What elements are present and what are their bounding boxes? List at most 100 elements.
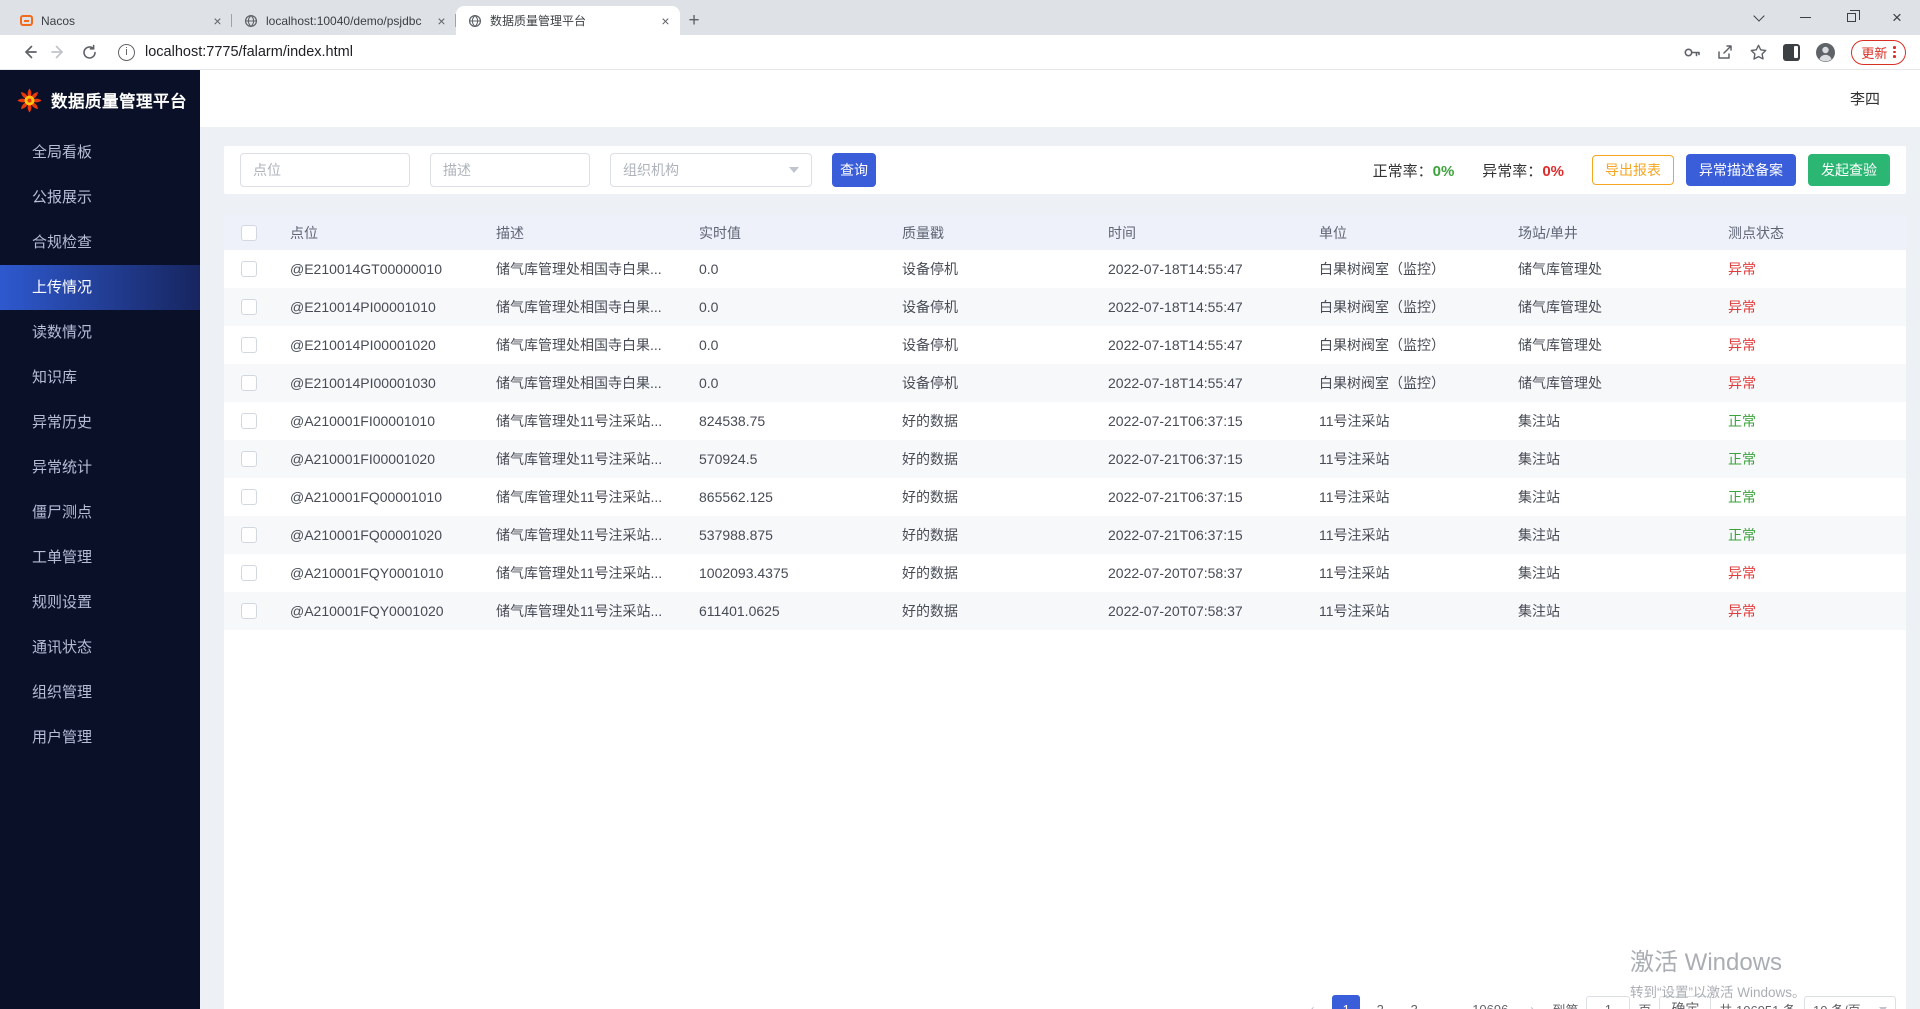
page-info-icon[interactable] — [118, 44, 135, 61]
url-text[interactable]: localhost:7775/falarm/index.html — [145, 44, 353, 60]
pagination: ‹ 123...10696 › 到第 页 确定 共 106951 条 10 条/… — [1300, 995, 1896, 1009]
normal-rate-value: 0% — [1433, 163, 1455, 180]
window-restore-icon[interactable] — [1828, 0, 1874, 35]
sidebar-item[interactable]: 读数情况 — [0, 310, 200, 355]
page-button[interactable]: 2 — [1366, 995, 1394, 1009]
description-input[interactable] — [430, 153, 590, 187]
reload-icon[interactable] — [74, 44, 104, 61]
password-key-icon[interactable] — [1682, 43, 1701, 62]
cell-time: 2022-07-18T14:55:47 — [1092, 375, 1303, 391]
page-button[interactable]: 1 — [1332, 995, 1360, 1009]
table-row: @E210014GT00000010储气库管理处相国寺白果...0.0设备停机2… — [224, 250, 1906, 288]
cell-unit: 白果树阀室（监控） — [1303, 297, 1502, 317]
sidebar-item[interactable]: 异常历史 — [0, 400, 200, 445]
goto-page-input[interactable] — [1586, 996, 1630, 1009]
table-row: @A210001FQY0001020储气库管理处11号注采站...611401.… — [224, 592, 1906, 630]
browser-menu-chevron-icon[interactable] — [1736, 0, 1782, 35]
search-button[interactable]: 查询 — [832, 153, 876, 187]
browser-kebab-menu-icon[interactable] — [1893, 46, 1896, 58]
new-tab-button[interactable] — [680, 6, 708, 35]
row-checkbox[interactable] — [241, 375, 257, 391]
cell-value: 865562.125 — [683, 489, 886, 505]
back-icon[interactable] — [14, 43, 44, 61]
forward-icon[interactable] — [44, 43, 74, 61]
cell-point: @E210014PI00001030 — [274, 375, 480, 391]
cell-quality: 设备停机 — [886, 373, 1092, 393]
sidebar-item[interactable]: 公报展示 — [0, 175, 200, 220]
column-header: 单位 — [1303, 223, 1502, 243]
row-checkbox[interactable] — [241, 565, 257, 581]
normal-rate: 正常率：0% — [1373, 160, 1455, 181]
cell-station: 集注站 — [1502, 563, 1712, 583]
row-checkbox[interactable] — [241, 261, 257, 277]
page-button[interactable]: 10696 — [1468, 995, 1512, 1009]
sidebar-item[interactable]: 组织管理 — [0, 670, 200, 715]
cell-desc: 储气库管理处相国寺白果... — [480, 373, 683, 393]
export-report-button[interactable]: 导出报表 — [1592, 155, 1674, 185]
globe-icon — [468, 14, 482, 28]
browser-url-bar: localhost:7775/falarm/index.html 更新 — [0, 35, 1920, 70]
column-header: 时间 — [1092, 223, 1303, 243]
side-panel-icon[interactable] — [1783, 44, 1800, 61]
row-checkbox[interactable] — [241, 489, 257, 505]
chevron-down-icon — [789, 167, 799, 173]
row-checkbox[interactable] — [241, 337, 257, 353]
cell-point: @E210014GT00000010 — [274, 261, 480, 277]
table-row: @E210014PI00001010储气库管理处相国寺白果...0.0设备停机2… — [224, 288, 1906, 326]
sidebar-item[interactable]: 异常统计 — [0, 445, 200, 490]
tab-data-quality-platform[interactable]: 数据质量管理平台 — [456, 6, 680, 35]
tab-close-icon[interactable] — [209, 12, 226, 29]
cell-desc: 储气库管理处相国寺白果... — [480, 259, 683, 279]
sidebar-item[interactable]: 工单管理 — [0, 535, 200, 580]
window-minimize-icon[interactable] — [1782, 0, 1828, 35]
row-checkbox[interactable] — [241, 413, 257, 429]
abnormal-record-button[interactable]: 异常描述备案 — [1686, 154, 1796, 186]
sidebar-item[interactable]: 上传情况 — [0, 265, 200, 310]
cell-station: 集注站 — [1502, 525, 1712, 545]
row-checkbox[interactable] — [241, 603, 257, 619]
sidebar-menu: 全局看板公报展示合规检查上传情况读数情况知识库异常历史异常统计僵尸测点工单管理规… — [0, 130, 200, 760]
cell-point: @A210001FQ00001020 — [274, 527, 480, 543]
page-size-select[interactable]: 10 条/页 — [1804, 996, 1896, 1009]
tab-nacos[interactable]: Nacos — [8, 6, 232, 35]
cell-value: 1002093.4375 — [683, 565, 886, 581]
sidebar-item[interactable]: 规则设置 — [0, 580, 200, 625]
page-button[interactable]: 3 — [1400, 995, 1428, 1009]
row-checkbox[interactable] — [241, 451, 257, 467]
sidebar-item[interactable]: 通讯状态 — [0, 625, 200, 670]
cell-value: 824538.75 — [683, 413, 886, 429]
cell-point: @A210001FI00001020 — [274, 451, 480, 467]
cell-quality: 好的数据 — [886, 601, 1092, 621]
sidebar-item[interactable]: 僵尸测点 — [0, 490, 200, 535]
select-all-checkbox[interactable] — [241, 225, 257, 241]
sidebar-item[interactable]: 全局看板 — [0, 130, 200, 175]
cell-station: 集注站 — [1502, 601, 1712, 621]
next-page-icon[interactable]: › — [1520, 1001, 1544, 1009]
share-icon[interactable] — [1716, 43, 1734, 61]
tab-close-icon[interactable] — [433, 12, 450, 29]
row-checkbox[interactable] — [241, 299, 257, 315]
prev-page-icon[interactable]: ‹ — [1300, 1001, 1324, 1009]
sidebar-item[interactable]: 知识库 — [0, 355, 200, 400]
cell-desc: 储气库管理处11号注采站... — [480, 525, 683, 545]
organization-select[interactable]: 组织机构 — [610, 153, 812, 187]
current-user[interactable]: 李四 — [1850, 88, 1880, 109]
cell-point: @A210001FQ00001010 — [274, 489, 480, 505]
chrome-update-button[interactable]: 更新 — [1851, 40, 1906, 65]
tab-close-icon[interactable] — [657, 12, 674, 29]
bookmark-star-icon[interactable] — [1749, 43, 1768, 62]
profile-avatar-icon[interactable] — [1815, 42, 1836, 63]
cell-station: 集注站 — [1502, 411, 1712, 431]
cell-value: 537988.875 — [683, 527, 886, 543]
sidebar-item[interactable]: 合规检查 — [0, 220, 200, 265]
cell-time: 2022-07-21T06:37:15 — [1092, 489, 1303, 505]
page-ellipsis: ... — [1434, 995, 1462, 1009]
browser-tab-bar: Nacos localhost:10040/demo/psjdbc 数据质量管理… — [0, 0, 1920, 35]
tab-localhost-demo[interactable]: localhost:10040/demo/psjdbc — [232, 6, 456, 35]
window-close-icon[interactable] — [1874, 0, 1920, 35]
sidebar-item[interactable]: 用户管理 — [0, 715, 200, 760]
row-checkbox[interactable] — [241, 527, 257, 543]
watermark-line1: 激活 Windows — [1630, 942, 1806, 977]
point-input[interactable] — [240, 153, 410, 187]
start-inspection-button[interactable]: 发起查验 — [1808, 154, 1890, 186]
